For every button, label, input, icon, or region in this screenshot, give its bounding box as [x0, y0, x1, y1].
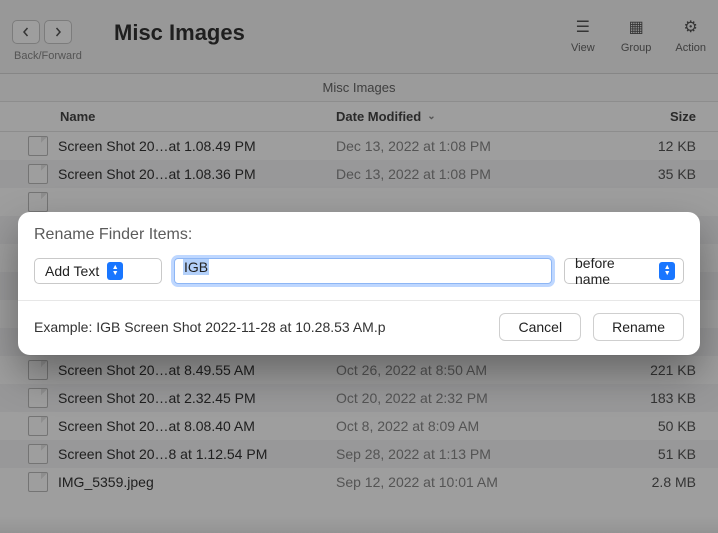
- file-size: 12 KB: [586, 138, 718, 154]
- col-date[interactable]: Date Modified ⌄: [336, 109, 586, 124]
- file-icon: [28, 388, 48, 408]
- group-tool[interactable]: ▦ Group: [621, 16, 652, 54]
- action-select-value: Add Text: [45, 263, 99, 279]
- example-prefix: Example:: [34, 319, 96, 335]
- back-label: Back: [14, 50, 38, 62]
- file-name: Screen Shot 20…at 1.08.36 PM: [58, 166, 336, 182]
- table-row[interactable]: Screen Shot 20…at 2.32.45 PMOct 20, 2022…: [0, 384, 718, 412]
- file-icon: [28, 472, 48, 492]
- file-icon: [28, 136, 48, 156]
- text-input[interactable]: IGB: [174, 258, 552, 284]
- file-date: Oct 20, 2022 at 2:32 PM: [336, 390, 586, 406]
- group-label: Group: [621, 42, 652, 54]
- example-filename: IGB Screen Shot 2022-11-28 at 10.28.53 A…: [96, 319, 385, 335]
- file-icon: [28, 192, 48, 212]
- file-name: IMG_5359.jpeg: [58, 474, 336, 490]
- column-header: Name Date Modified ⌄ Size: [0, 102, 718, 132]
- file-size: 183 KB: [586, 390, 718, 406]
- col-name[interactable]: Name: [0, 109, 336, 124]
- back-button[interactable]: [12, 20, 40, 44]
- dialog-title: Rename Finder Items:: [18, 212, 700, 254]
- position-select-value: before name: [575, 255, 651, 287]
- chevron-right-icon: [53, 27, 63, 37]
- finder-window: Back/Forward Misc Images ☰ View ▦ Group …: [0, 0, 718, 533]
- file-name: Screen Shot 20…at 1.08.49 PM: [58, 138, 336, 154]
- file-icon: [28, 416, 48, 436]
- bottom-gradient: [0, 517, 718, 533]
- gear-icon: ⚙: [677, 16, 705, 38]
- file-date: Dec 13, 2022 at 1:08 PM: [336, 138, 586, 154]
- toolbar: Back/Forward Misc Images ☰ View ▦ Group …: [0, 0, 718, 74]
- file-icon: [28, 444, 48, 464]
- table-row[interactable]: Screen Shot 20…at 8.08.40 AMOct 8, 2022 …: [0, 412, 718, 440]
- stepper-arrows-icon: ▲▼: [107, 262, 123, 280]
- file-date: Dec 13, 2022 at 1:08 PM: [336, 166, 586, 182]
- list-view-icon: ☰: [569, 16, 597, 38]
- position-select[interactable]: before name ▲▼: [564, 258, 684, 284]
- file-name: Screen Shot 20…at 2.32.45 PM: [58, 390, 336, 406]
- view-label: View: [571, 42, 595, 54]
- forward-label: Forward: [42, 50, 82, 62]
- action-tool[interactable]: ⚙ Action: [675, 16, 706, 54]
- file-icon: [28, 360, 48, 380]
- chevron-down-icon: ⌄: [427, 111, 435, 122]
- file-size: 221 KB: [586, 362, 718, 378]
- action-label: Action: [675, 42, 706, 54]
- file-icon: [28, 164, 48, 184]
- file-name: Screen Shot 20…8 at 1.12.54 PM: [58, 446, 336, 462]
- pathbar-label: Misc Images: [323, 80, 396, 95]
- cancel-button[interactable]: Cancel: [499, 313, 581, 341]
- file-date: Sep 28, 2022 at 1:13 PM: [336, 446, 586, 462]
- pathbar: Misc Images: [0, 74, 718, 102]
- file-size: 50 KB: [586, 418, 718, 434]
- nav-labels: Back/Forward: [14, 50, 82, 62]
- action-select[interactable]: Add Text ▲▼: [34, 258, 162, 284]
- text-input-value: IGB: [183, 259, 209, 275]
- table-row[interactable]: Screen Shot 20…at 1.08.36 PMDec 13, 2022…: [0, 160, 718, 188]
- stepper-arrows-icon: ▲▼: [659, 262, 675, 280]
- table-row[interactable]: Screen Shot 20…at 8.49.55 AMOct 26, 2022…: [0, 356, 718, 384]
- file-size: 51 KB: [586, 446, 718, 462]
- file-date: Oct 26, 2022 at 8:50 AM: [336, 362, 586, 378]
- file-name: Screen Shot 20…at 8.08.40 AM: [58, 418, 336, 434]
- file-size: 2.8 MB: [586, 474, 718, 490]
- file-name: Screen Shot 20…at 8.49.55 AM: [58, 362, 336, 378]
- view-tool[interactable]: ☰ View: [569, 16, 597, 54]
- file-size: 35 KB: [586, 166, 718, 182]
- rename-dialog: Rename Finder Items: Add Text ▲▼ IGB bef…: [18, 212, 700, 355]
- group-icon: ▦: [622, 16, 650, 38]
- table-row[interactable]: Screen Shot 20…at 1.08.49 PMDec 13, 2022…: [0, 132, 718, 160]
- example-text: Example: IGB Screen Shot 2022-11-28 at 1…: [34, 319, 487, 335]
- col-date-label: Date Modified: [336, 109, 421, 124]
- chevron-left-icon: [21, 27, 31, 37]
- table-row[interactable]: IMG_5359.jpegSep 12, 2022 at 10:01 AM2.8…: [0, 468, 718, 496]
- file-date: Sep 12, 2022 at 10:01 AM: [336, 474, 586, 490]
- col-size[interactable]: Size: [586, 109, 718, 124]
- file-date: Oct 8, 2022 at 8:09 AM: [336, 418, 586, 434]
- window-title: Misc Images: [114, 20, 245, 46]
- table-row[interactable]: Screen Shot 20…8 at 1.12.54 PMSep 28, 20…: [0, 440, 718, 468]
- forward-button[interactable]: [44, 20, 72, 44]
- rename-button[interactable]: Rename: [593, 313, 684, 341]
